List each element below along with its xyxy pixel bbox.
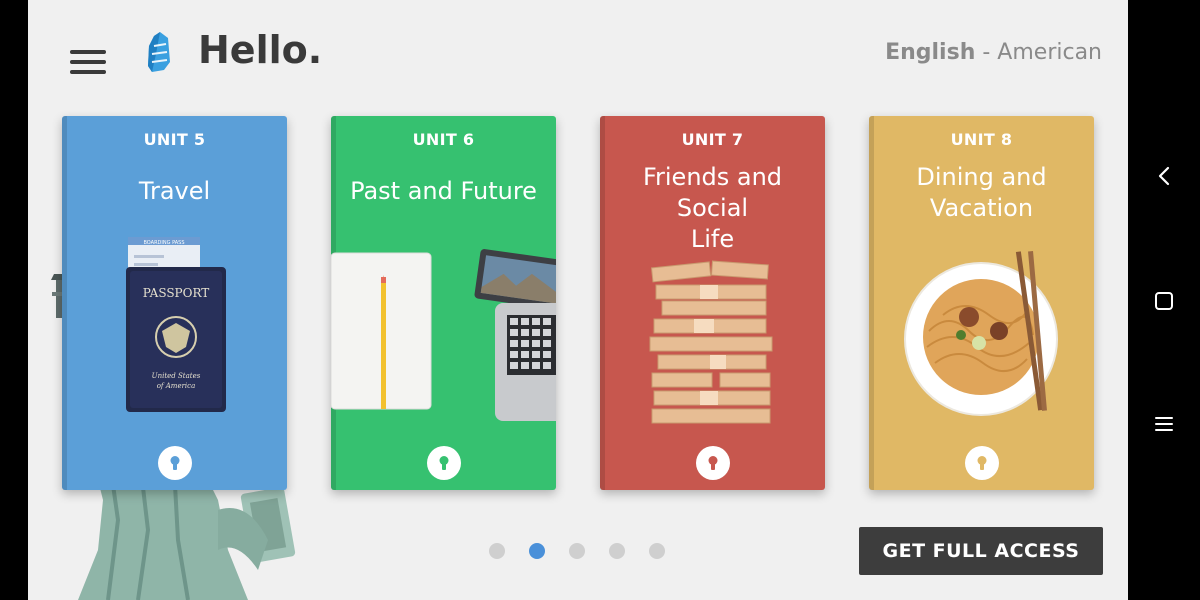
unit-title-line: Dining and — [916, 163, 1047, 191]
page-title: Hello. — [198, 28, 323, 72]
lock-icon — [977, 456, 986, 470]
recents-menu-icon[interactable] — [1150, 410, 1178, 438]
unit-label: UNIT 6 — [412, 130, 475, 149]
unit-title: Past and Future — [339, 176, 548, 207]
page-dot-5[interactable] — [649, 543, 665, 559]
unit-title-line: Vacation — [929, 194, 1034, 222]
wooden-blocks-tower-illustration — [649, 260, 773, 424]
unit-title-line: Friends and Social — [642, 163, 783, 222]
noodle-bowl-illustration — [904, 251, 1058, 416]
unit-title-line: Travel — [138, 177, 211, 205]
unit-card-8[interactable]: UNIT 8 Dining and Vacation — [869, 116, 1094, 490]
lock-icon — [170, 456, 179, 470]
unit-title: Dining and Vacation — [877, 162, 1086, 224]
screen-left-edge — [0, 0, 28, 600]
locked-unit-button[interactable] — [426, 446, 461, 480]
unit-card-6[interactable]: UNIT 6 Past and Future — [331, 116, 556, 490]
unit-title: Travel — [70, 176, 279, 207]
unit-label: UNIT 7 — [681, 130, 744, 149]
passport-country-line-1: United States — [152, 372, 201, 380]
language-name: English — [885, 40, 976, 65]
unit-label: UNIT 8 — [950, 130, 1013, 149]
chevron-left-icon[interactable] — [1150, 162, 1178, 190]
page-dot-2[interactable] — [529, 543, 545, 559]
page-dot-4[interactable] — [609, 543, 625, 559]
locked-unit-button[interactable] — [157, 446, 192, 480]
language-variant: American — [997, 40, 1102, 65]
passport-country-line-2: of America — [157, 382, 196, 390]
page-dot-1[interactable] — [489, 543, 505, 559]
passport-title: PASSPORT — [143, 286, 210, 300]
square-home-icon[interactable] — [1150, 287, 1178, 315]
unit-card-5[interactable]: UNIT 5 Travel BOARDING PASS PASSPORT Uni… — [62, 116, 287, 490]
page-dot-3[interactable] — [569, 543, 585, 559]
menu-bar-line — [70, 50, 106, 54]
unit-label: UNIT 5 — [143, 130, 206, 149]
unit-card-7[interactable]: UNIT 7 Friends and Social Life — [600, 116, 825, 490]
passport-illustration: BOARDING PASS PASSPORT United States of … — [126, 237, 226, 412]
language-selector[interactable]: English - American — [885, 40, 1102, 65]
menu-bar-line — [70, 70, 106, 74]
language-separator: - — [975, 40, 998, 65]
menu-bar-line — [70, 60, 106, 64]
get-full-access-button[interactable]: GET FULL ACCESS — [859, 527, 1103, 575]
unit-title-line: Past and Future — [350, 177, 537, 205]
locked-unit-button[interactable] — [964, 446, 999, 480]
menu-button[interactable] — [68, 46, 108, 78]
app-screen: Hello. English - American UNIT 5 Travel … — [28, 0, 1128, 600]
locked-unit-button[interactable] — [695, 446, 730, 480]
lock-icon — [708, 456, 717, 470]
system-navigation-bar — [1128, 0, 1200, 600]
lock-icon — [439, 456, 448, 470]
rosetta-stone-logo — [148, 32, 170, 72]
boarding-pass-text: BOARDING PASS — [143, 240, 184, 246]
notebook-laptop-illustration — [331, 249, 556, 421]
